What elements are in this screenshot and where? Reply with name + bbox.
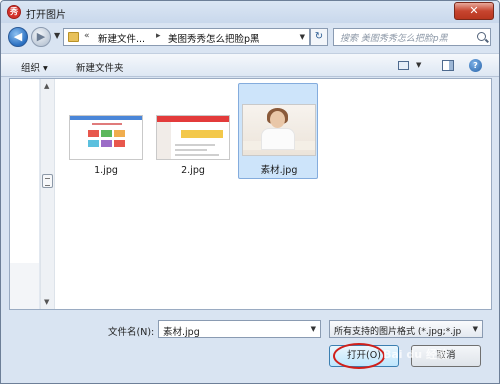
file-item-selected[interactable]: 素材.jpg bbox=[238, 83, 318, 179]
scroll-thumb[interactable] bbox=[42, 174, 53, 188]
highlight-circle bbox=[333, 343, 385, 369]
breadcrumb-item[interactable]: 美图秀秀怎么把脸p黑 bbox=[168, 31, 260, 45]
file-item[interactable]: 2.jpg bbox=[153, 115, 233, 211]
folder-icon bbox=[68, 32, 79, 42]
filename-value: 素材.jpg bbox=[163, 327, 200, 338]
file-item[interactable]: 1.jpg bbox=[66, 115, 146, 211]
file-list-area[interactable]: ▲ ▼ 1.jpg 2.jpg 素材.jpg bbox=[9, 78, 492, 310]
watermark: Bai du 经验 bbox=[383, 348, 448, 361]
help-icon[interactable]: ? bbox=[469, 59, 482, 72]
navigation-pane-band bbox=[10, 263, 39, 309]
address-dropdown-icon[interactable]: ▼ bbox=[300, 33, 305, 41]
view-options-dropdown[interactable]: ▼ bbox=[416, 61, 421, 69]
breadcrumb-separator-icon[interactable]: ▸ bbox=[156, 31, 161, 41]
search-placeholder: 搜索 美图秀秀怎么把脸p黑 bbox=[340, 34, 448, 44]
overflow-chevron-icon[interactable]: « bbox=[84, 31, 90, 41]
search-icon bbox=[477, 32, 486, 41]
filename-dropdown-icon[interactable]: ▼ bbox=[311, 325, 316, 333]
file-thumbnail bbox=[242, 104, 316, 156]
filename-label: 文件名(N): bbox=[108, 327, 155, 338]
meitu-app-icon: 秀 bbox=[7, 5, 21, 19]
file-name: 素材.jpg bbox=[260, 165, 298, 176]
refresh-button[interactable]: ↻ bbox=[310, 28, 328, 46]
vertical-scrollbar[interactable]: ▲ ▼ bbox=[40, 79, 55, 309]
file-thumbnail bbox=[156, 115, 230, 160]
title-bar[interactable]: 秀 打开图片 ✕ bbox=[1, 1, 499, 23]
filetype-select[interactable]: 所有支持的图片格式 (*.jpg;*.jp ▼ bbox=[329, 320, 483, 338]
address-row: ◀ ▶ ▼ « 新建文件... ▸ 美图秀秀怎么把脸p黑 ▼ ↻ 搜索 美图秀秀… bbox=[1, 25, 499, 49]
file-thumbnail bbox=[69, 115, 143, 160]
filetype-dropdown-icon[interactable]: ▼ bbox=[473, 325, 478, 333]
scroll-up-icon[interactable]: ▲ bbox=[44, 82, 49, 90]
filename-input[interactable]: 素材.jpg ▼ bbox=[158, 320, 321, 338]
scroll-down-icon[interactable]: ▼ bbox=[44, 298, 49, 306]
close-button[interactable]: ✕ bbox=[454, 2, 494, 20]
command-bar: 组织 ▾ 新建文件夹 ▼ ? bbox=[1, 53, 499, 77]
change-view-icon[interactable] bbox=[398, 61, 409, 70]
file-name: 1.jpg bbox=[94, 165, 118, 176]
organize-menu-button[interactable]: 组织 ▾ bbox=[21, 60, 48, 74]
back-button[interactable]: ◀ bbox=[8, 27, 28, 47]
search-input[interactable]: 搜索 美图秀秀怎么把脸p黑 bbox=[333, 28, 491, 46]
address-bar[interactable]: « 新建文件... ▸ 美图秀秀怎么把脸p黑 ▼ bbox=[63, 28, 310, 46]
open-image-dialog: 秀 打开图片 ✕ ◀ ▶ ▼ « 新建文件... ▸ 美图秀秀怎么把脸p黑 ▼ … bbox=[0, 0, 500, 384]
new-folder-button[interactable]: 新建文件夹 bbox=[76, 60, 124, 74]
filetype-value: 所有支持的图片格式 (*.jpg;*.jp bbox=[334, 327, 462, 337]
forward-button[interactable]: ▶ bbox=[31, 27, 51, 47]
preview-pane-icon[interactable] bbox=[442, 60, 454, 71]
recent-locations-dropdown[interactable]: ▼ bbox=[54, 31, 60, 40]
breadcrumb-item[interactable]: 新建文件... bbox=[98, 31, 145, 45]
window-title: 打开图片 bbox=[26, 10, 66, 21]
file-name: 2.jpg bbox=[181, 165, 205, 176]
navigation-pane[interactable] bbox=[10, 79, 40, 309]
